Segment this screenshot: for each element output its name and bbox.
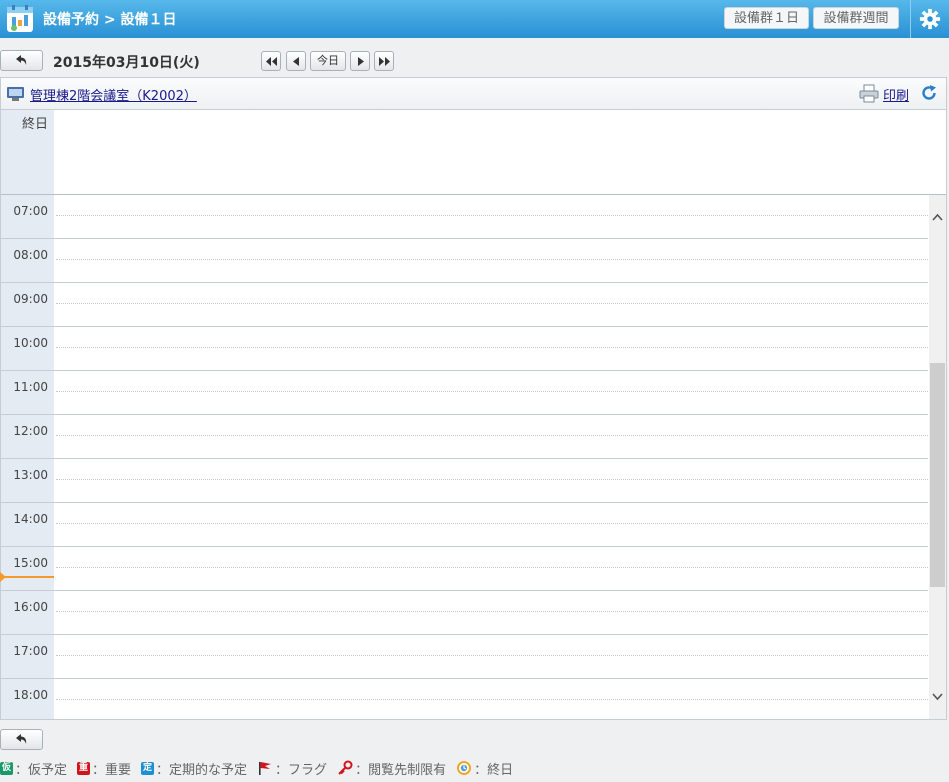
allday-label: 終日 — [21, 117, 48, 132]
hour-label: 16:00 — [13, 600, 48, 614]
time-slot[interactable] — [54, 591, 928, 634]
important-badge-icon: 重 — [77, 761, 91, 775]
printer-icon[interactable] — [859, 84, 879, 103]
time-slot[interactable] — [54, 371, 928, 414]
flag-icon — [259, 762, 272, 775]
legend-label: ：終日 — [474, 762, 514, 778]
hour-label: 10:00 — [13, 336, 48, 350]
current-time-marker — [0, 572, 6, 582]
hour-label: 11:00 — [13, 380, 48, 394]
legend-label: ：定期的な予定 — [156, 762, 248, 778]
clock-icon — [457, 761, 472, 775]
double-right-icon — [379, 57, 390, 66]
allday-area[interactable] — [54, 110, 946, 194]
time-slot[interactable] — [54, 503, 928, 546]
hour-label: 15:00 — [13, 556, 48, 570]
back-button[interactable] — [0, 50, 43, 71]
hour-label: 09:00 — [13, 292, 48, 306]
key-icon — [338, 760, 353, 775]
time-slot[interactable] — [54, 327, 928, 370]
gear-icon — [919, 8, 941, 30]
refresh-icon[interactable] — [920, 84, 938, 102]
previous-week-button[interactable] — [261, 51, 281, 71]
time-slot[interactable] — [54, 547, 928, 590]
legend-restricted: ：閲覧先制限有 — [337, 759, 446, 778]
back-arrow-icon — [16, 734, 27, 744]
current-date: 2015年03月10日(火) — [53, 55, 200, 71]
left-icon — [293, 57, 299, 66]
scroll-up-icon[interactable] — [932, 213, 943, 221]
legend-allday: ：終日 — [456, 759, 513, 778]
right-icon — [358, 57, 364, 66]
legend-flag: ：フラグ — [257, 759, 327, 778]
page-title: 設備予約 > 設備１日 — [43, 12, 177, 28]
tentative-badge-icon: 仮 — [0, 761, 13, 775]
legend-important: 重 ：重要 — [77, 759, 131, 778]
time-slot[interactable] — [54, 283, 928, 326]
legend-label: ：仮予定 — [15, 762, 68, 778]
legend-tentative: 仮 ：仮予定 — [0, 759, 67, 778]
time-column — [1, 195, 54, 719]
time-slot[interactable] — [54, 459, 928, 502]
settings-button[interactable] — [910, 0, 949, 38]
time-slot[interactable] — [54, 679, 928, 722]
hour-label: 07:00 — [13, 204, 48, 218]
next-week-button[interactable] — [374, 51, 394, 71]
facility-group-day-button[interactable]: 設備群１日 — [724, 7, 809, 29]
hour-label: 12:00 — [13, 424, 48, 438]
scrollbar-thumb[interactable] — [930, 363, 945, 587]
previous-day-button[interactable] — [286, 51, 306, 71]
time-slot[interactable] — [54, 195, 928, 238]
scroll-down-icon[interactable] — [932, 693, 943, 701]
hour-label: 13:00 — [13, 468, 48, 482]
legend-label: ：閲覧先制限有 — [355, 762, 447, 778]
double-left-icon — [266, 57, 277, 66]
hour-label: 08:00 — [13, 248, 48, 262]
legend-label: ：重要 — [92, 762, 132, 778]
time-slot[interactable] — [54, 239, 928, 282]
today-button[interactable]: 今日 — [310, 51, 346, 71]
facility-reservation-icon — [7, 5, 33, 32]
hour-label: 14:00 — [13, 512, 48, 526]
legend: 仮 ：仮予定 重 ：重要 定 ：定期的な予定 ：フラグ ：閲覧先制限有 ：終日 — [0, 759, 523, 778]
current-time-line — [1, 576, 54, 578]
facility-name-link[interactable]: 管理棟2階会議室（K2002） — [30, 85, 197, 104]
back-arrow-icon — [16, 55, 27, 65]
print-link[interactable]: 印刷 — [883, 85, 909, 104]
legend-recurring: 定 ：定期的な予定 — [141, 759, 247, 778]
app-header: 設備予約 > 設備１日 設備群１日 設備群週間 — [0, 0, 949, 38]
hour-label: 18:00 — [13, 688, 48, 702]
legend-label: ：フラグ — [275, 762, 328, 778]
monitor-icon — [7, 87, 24, 101]
facility-group-week-button[interactable]: 設備群週間 — [813, 7, 899, 29]
time-slot[interactable] — [54, 415, 928, 458]
hour-label: 17:00 — [13, 644, 48, 658]
back-button-bottom[interactable] — [0, 729, 43, 750]
time-slot[interactable] — [54, 635, 928, 678]
next-day-button[interactable] — [350, 51, 370, 71]
recurring-badge-icon: 定 — [141, 761, 155, 775]
